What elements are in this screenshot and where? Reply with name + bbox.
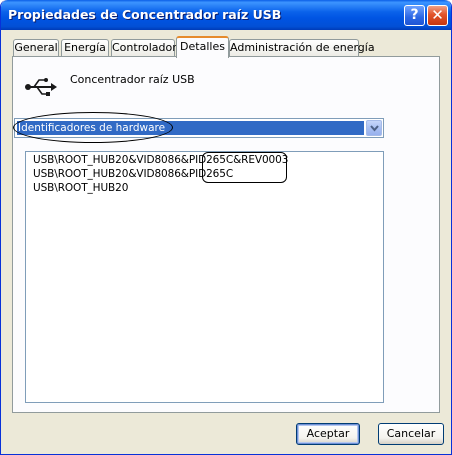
- tab-controlador[interactable]: Controlador: [111, 39, 177, 57]
- hand-drawn-box-annotation: [202, 152, 287, 183]
- tab-detalles[interactable]: Detalles: [176, 36, 229, 58]
- chevron-down-icon[interactable]: [366, 120, 382, 136]
- device-name: Concentrador raíz USB: [70, 73, 195, 86]
- list-item[interactable]: USB\ROOT_HUB20: [33, 182, 128, 194]
- properties-dialog: Propiedades de Concentrador raíz USB ? ✕…: [0, 0, 452, 455]
- accept-button[interactable]: Aceptar: [296, 423, 360, 445]
- usb-icon: [25, 78, 57, 96]
- values-listbox[interactable]: USB\ROOT_HUB20&VID8086&PID265C&REV0003 U…: [25, 151, 384, 403]
- close-button[interactable]: ✕: [427, 5, 448, 26]
- tab-administracion-energia[interactable]: Administración de energía: [229, 39, 375, 57]
- tab-energia[interactable]: Energía: [61, 39, 109, 57]
- tab-general[interactable]: General: [13, 39, 59, 57]
- window-title: Propiedades de Concentrador raíz USB: [8, 7, 282, 22]
- title-bar[interactable]: Propiedades de Concentrador raíz USB ? ✕: [1, 0, 451, 30]
- hand-drawn-ellipse-annotation: [13, 112, 173, 143]
- cancel-button[interactable]: Cancelar: [378, 423, 444, 445]
- help-button[interactable]: ?: [404, 5, 425, 26]
